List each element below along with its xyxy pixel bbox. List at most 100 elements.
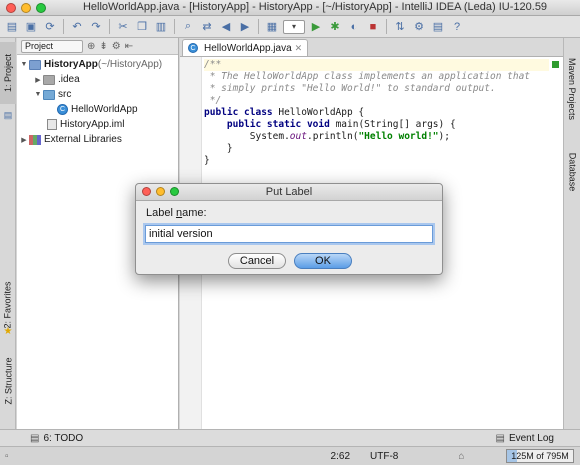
redo-icon[interactable]: ↷ (88, 19, 104, 35)
project-tree: ▼ HistoryApp (~/HistoryApp) ▶ .idea ▼ sr… (17, 55, 178, 147)
database-tool-tab[interactable]: Database (564, 142, 580, 202)
project-tool-tab[interactable]: 1: Project (0, 42, 16, 104)
code-view[interactable]: /** * The HelloWorldApp class implements… (204, 59, 549, 167)
collapse-arrow-icon[interactable]: ▶ (33, 76, 43, 84)
copy-icon[interactable]: ❐ (134, 19, 150, 35)
right-tool-strip: Maven Projects Database (563, 38, 580, 429)
vcs-icon[interactable]: ⇅ (392, 19, 408, 35)
zoom-window-button[interactable] (36, 2, 46, 13)
close-tab-icon[interactable]: ✕ (295, 43, 303, 54)
open-icon[interactable]: ▤ (4, 19, 20, 35)
folder-icon (43, 74, 55, 85)
code-line: public class HelloWorldApp { (204, 107, 365, 118)
memory-indicator[interactable]: 125M of 795M (506, 449, 574, 463)
source-folder-icon (43, 89, 55, 100)
label-name-input[interactable] (145, 225, 433, 243)
code-line: * simply prints "Hello World!" to standa… (204, 83, 496, 94)
forward-icon[interactable]: ▶ (237, 19, 253, 35)
back-icon[interactable]: ◀ (218, 19, 234, 35)
close-window-button[interactable] (6, 2, 16, 13)
stop-icon[interactable]: ■ (365, 19, 381, 35)
database-tool-tab-label: Database (567, 152, 578, 192)
undo-icon[interactable]: ↶ (69, 19, 85, 35)
tool-window-bar: ▤ 6: TODO ▤ Event Log (0, 429, 580, 446)
tree-node-label: HelloWorldApp (71, 104, 138, 115)
collapse-all-icon[interactable]: ⇟ (99, 41, 107, 52)
tree-node-helloworldapp[interactable]: C HelloWorldApp (17, 102, 178, 117)
code-line: */ (204, 95, 222, 106)
label-name-caption: Label name: (146, 207, 207, 219)
structure-tool-tab[interactable]: Z: Structure (0, 346, 16, 416)
main-toolbar: ▤ ▣ ⟳ ↶ ↷ ✂ ❐ ▥ ⌕ ⇄ ◀ ▶ ▦ ▾ ▶ ✱ ◐ ■ ⇅ ⚙ … (0, 16, 580, 38)
cut-icon[interactable]: ✂ (115, 19, 131, 35)
dialog-title: Put Label (265, 186, 313, 198)
panel-settings-icon[interactable]: ⚙ (112, 41, 121, 52)
paste-icon[interactable]: ▥ (153, 19, 169, 35)
minimize-window-button[interactable] (21, 2, 31, 13)
code-line: /** (204, 59, 549, 71)
hide-panel-icon[interactable]: ⇤ (125, 41, 133, 52)
tree-node-path: (~/HistoryApp) (97, 59, 163, 70)
code-line: } (204, 155, 210, 166)
dialog-minimize-button[interactable] (156, 187, 165, 196)
dialog-window-controls (142, 187, 179, 196)
coverage-icon[interactable]: ◐ (346, 19, 362, 35)
help-icon[interactable]: ? (449, 19, 465, 35)
toolbar-divider (63, 19, 64, 34)
code-line: System.out.println("Hello world!"); (204, 131, 450, 142)
toolbar-divider (386, 19, 387, 34)
run-icon[interactable]: ▶ (308, 19, 324, 35)
replace-icon[interactable]: ⇄ (199, 19, 215, 35)
event-log-icon: ▤ (495, 432, 505, 444)
left-tool-strip: 1: Project ▤ 2: Favorites ★ Z: Structure (0, 38, 16, 429)
debug-icon[interactable]: ✱ (327, 19, 343, 35)
save-icon[interactable]: ▣ (23, 19, 39, 35)
window-controls (6, 2, 46, 13)
find-icon[interactable]: ⌕ (180, 19, 196, 35)
editor-tab-bar: C HelloWorldApp.java ✕ (180, 38, 563, 57)
tree-node-label: External Libraries (44, 134, 122, 145)
run-config-combo[interactable]: ▾ (283, 19, 305, 34)
sync-icon[interactable]: ⟳ (42, 19, 58, 35)
status-toggle-icon[interactable]: ▫ (5, 451, 9, 462)
project-view-icon[interactable]: ▤ (0, 108, 16, 122)
window-title: HelloWorldApp.java - [HistoryApp] - Hist… (82, 1, 548, 13)
put-label-dialog: Put Label Label name: Cancel OK (135, 183, 443, 275)
code-line: } (204, 143, 233, 154)
ok-button[interactable]: OK (294, 253, 352, 269)
settings-icon[interactable]: ⚙ (411, 19, 427, 35)
inspection-ok-marker[interactable] (552, 61, 559, 68)
star-icon: ★ (3, 325, 13, 337)
event-log-tab[interactable]: Event Log (509, 433, 554, 444)
tree-node-label: HistoryApp.iml (60, 119, 125, 130)
tree-node-external-libraries[interactable]: ▶ External Libraries (17, 132, 178, 147)
code-line: * The HelloWorldApp class implements an … (204, 71, 531, 82)
todo-tool-tab[interactable]: 6: TODO (43, 433, 83, 444)
tree-node-src[interactable]: ▼ src (17, 87, 178, 102)
dialog-titlebar: Put Label (136, 184, 442, 201)
editor-tab-helloworldapp[interactable]: C HelloWorldApp.java ✕ (182, 39, 309, 56)
dialog-zoom-button[interactable] (170, 187, 179, 196)
collapse-arrow-icon[interactable]: ▶ (19, 136, 29, 144)
cancel-button[interactable]: Cancel (228, 253, 286, 269)
tree-node-label: .idea (58, 74, 80, 85)
window-titlebar: HelloWorldApp.java - [HistoryApp] - Hist… (0, 0, 580, 16)
toolbar-divider (109, 19, 110, 34)
expand-arrow-icon[interactable]: ▼ (19, 61, 29, 68)
project-view-selector[interactable]: Project (21, 39, 83, 53)
scroll-from-source-icon[interactable]: ⊕ (87, 41, 95, 52)
structure-icon[interactable]: ▤ (430, 19, 446, 35)
editor-tab-label: HelloWorldApp.java (204, 42, 292, 54)
readonly-lock-icon[interactable]: ⌂ (458, 451, 464, 462)
expand-arrow-icon[interactable]: ▼ (33, 91, 43, 98)
todo-icon: ▤ (30, 432, 40, 444)
make-icon[interactable]: ▦ (264, 19, 280, 35)
tree-node-iml[interactable]: HistoryApp.iml (17, 117, 178, 132)
maven-projects-tool-tab[interactable]: Maven Projects (564, 44, 580, 134)
module-file-icon (47, 119, 57, 130)
dialog-close-button[interactable] (142, 187, 151, 196)
file-encoding[interactable]: UTF-8 (370, 451, 398, 462)
tree-node-idea[interactable]: ▶ .idea (17, 72, 178, 87)
caret-position[interactable]: 2:62 (331, 451, 350, 462)
tree-node-historyapp[interactable]: ▼ HistoryApp (~/HistoryApp) (17, 57, 178, 72)
